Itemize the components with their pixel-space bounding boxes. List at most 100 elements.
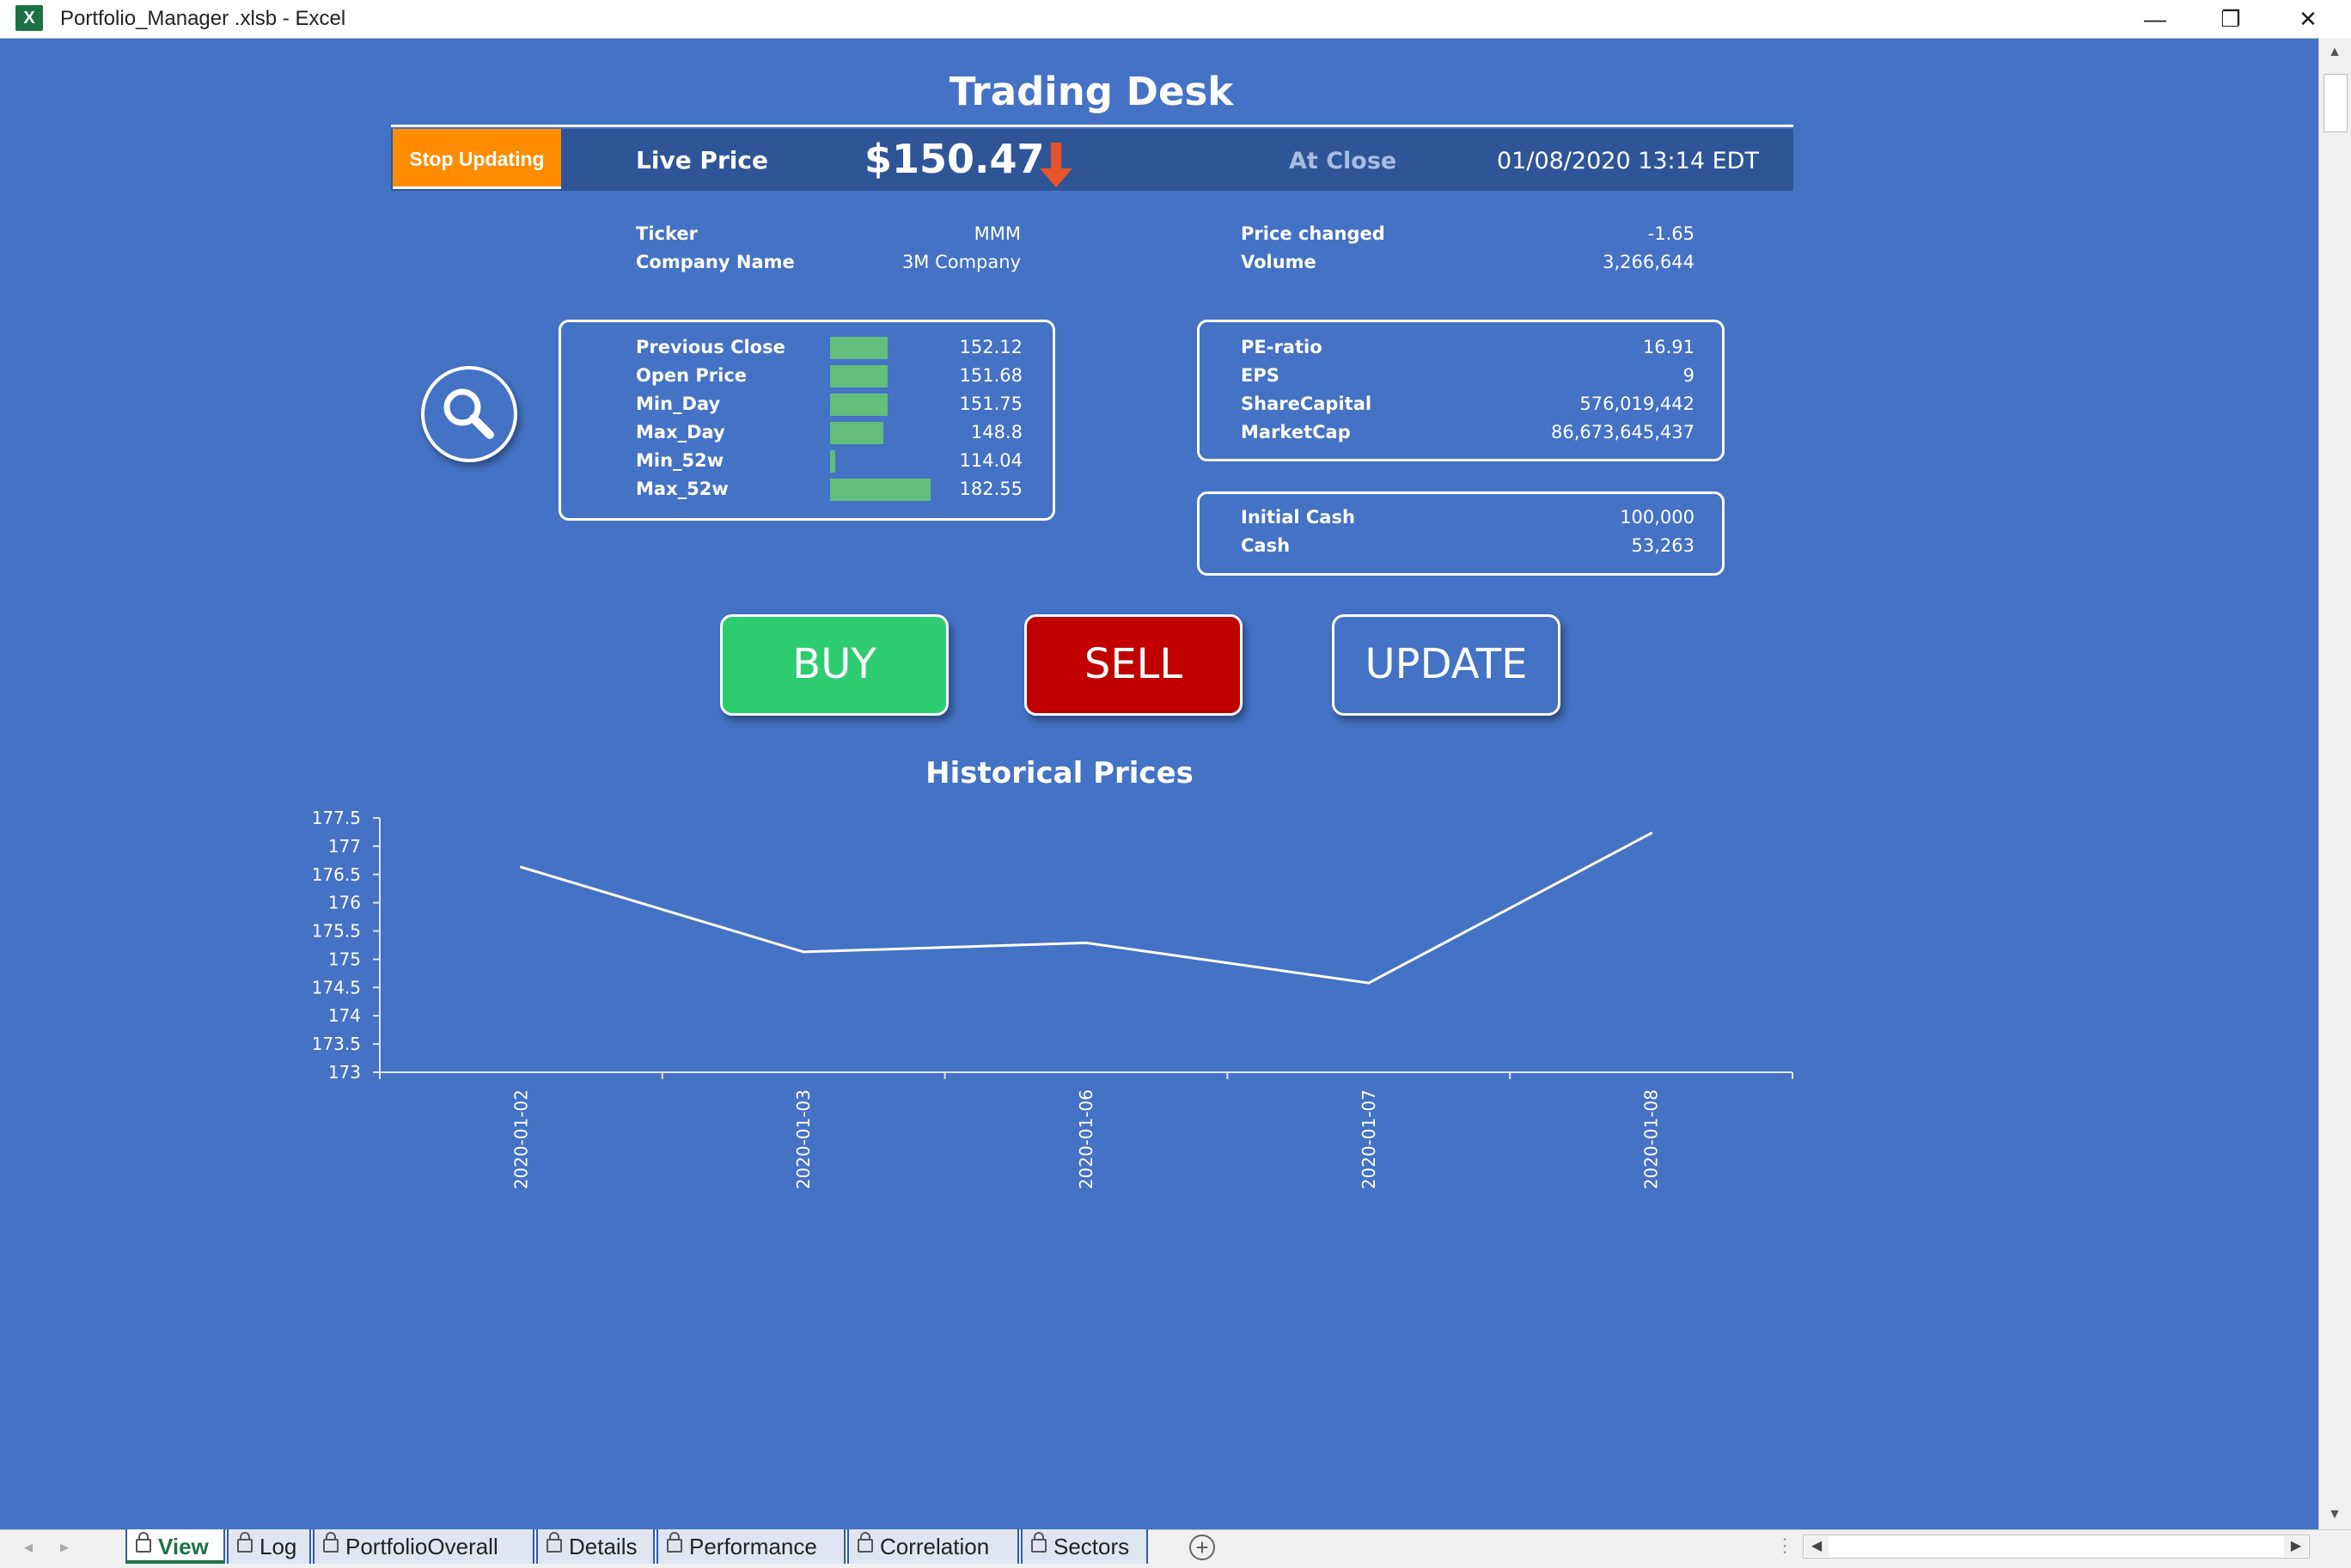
stop-updating-button[interactable]: Stop Updating — [393, 129, 561, 189]
eps-label: EPS — [1241, 365, 1279, 386]
ticker-label: Ticker — [636, 223, 698, 244]
price-row-label: Max_52w — [636, 479, 729, 499]
page-title: Trading Desk — [949, 69, 1234, 114]
lock-icon — [136, 1532, 151, 1553]
price-row-min-day: Min_Day 151.75 — [636, 394, 1023, 418]
tab-sectors[interactable]: Sectors — [1021, 1529, 1148, 1564]
excel-icon: X — [15, 5, 43, 31]
market-cap-value: 86,673,645,437 — [1551, 422, 1695, 442]
y-tick-label: 176.5 — [312, 864, 361, 885]
market-status: At Close — [1289, 148, 1397, 174]
company-name-value: 3M Company — [901, 252, 1021, 272]
update-button[interactable]: UPDATE — [1332, 614, 1560, 716]
price-timestamp: 01/08/2020 13:14 EDT — [1497, 148, 1759, 174]
chart-title: Historical Prices — [925, 756, 1194, 790]
price-row-max-52w: Max_52w 182.55 — [636, 479, 1023, 503]
price-row-label: Max_Day — [636, 422, 725, 442]
minimize-button[interactable]: — — [2121, 0, 2189, 38]
tab-correlation[interactable]: Correlation — [847, 1529, 1019, 1564]
price-point — [1650, 832, 1653, 835]
y-tick-label: 175 — [328, 949, 361, 969]
x-tick-label: 2020-01-07 — [1359, 1089, 1379, 1189]
tab-log[interactable]: Log — [227, 1529, 311, 1564]
arrow-down-icon — [1036, 141, 1076, 189]
price-row-value: 151.75 — [959, 394, 1023, 414]
tab-portfolio-overall[interactable]: PortfolioOverall — [313, 1529, 534, 1564]
x-tick-label: 2020-01-02 — [510, 1089, 531, 1189]
tab-details[interactable]: Details — [536, 1529, 655, 1564]
tab-label: Correlation — [880, 1534, 990, 1559]
initial-cash-value: 100,000 — [1620, 507, 1695, 528]
close-button[interactable]: ✕ — [2274, 0, 2342, 38]
ticker-value: MMM — [974, 223, 1021, 244]
pe-ratio-value: 16.91 — [1642, 337, 1695, 357]
price-changed-label: Price changed — [1241, 223, 1385, 244]
cash-value: 53,263 — [1631, 535, 1695, 556]
pe-ratio-label: PE-ratio — [1241, 337, 1322, 357]
price-row-open-price: Open Price 151.68 — [636, 365, 1023, 389]
y-tick-label: 176 — [328, 893, 361, 913]
x-tick-label: 2020-01-03 — [793, 1089, 814, 1189]
scroll-left-icon[interactable]: ◀ — [1804, 1536, 1829, 1557]
price-changed-value: -1.65 — [1647, 223, 1695, 244]
window-title-bar: X Portfolio_Manager .xlsb - Excel — ❐ ✕ — [0, 0, 2351, 39]
scroll-up-icon[interactable]: ▲ — [2324, 40, 2346, 65]
tab-label: Sectors — [1053, 1534, 1130, 1559]
tab-splitter-icon[interactable]: ⋮ — [1775, 1534, 1794, 1557]
share-capital-label: ShareCapital — [1241, 394, 1372, 414]
price-row-label: Min_Day — [636, 394, 721, 414]
x-tick-label: 2020-01-08 — [1641, 1089, 1662, 1189]
tab-label: View — [158, 1534, 209, 1559]
tab-view[interactable]: View — [125, 1529, 225, 1564]
price-row-value: 182.55 — [959, 479, 1023, 499]
volume-value: 3,266,644 — [1603, 252, 1695, 272]
plus-circle-icon[interactable]: + — [1189, 1534, 1215, 1560]
lock-icon — [667, 1532, 682, 1553]
y-tick-label: 177 — [328, 836, 361, 857]
live-price-label: Live Price — [636, 146, 768, 174]
y-tick-label: 173 — [328, 1062, 361, 1083]
search-button[interactable] — [421, 366, 517, 462]
lock-icon — [1031, 1532, 1047, 1553]
price-row-label: Min_52w — [636, 450, 724, 471]
magnifier-icon — [443, 388, 494, 439]
price-series-line — [520, 832, 1652, 985]
share-capital-value: 576,019,442 — [1579, 394, 1695, 414]
live-price-value: $150.47 — [864, 136, 1045, 182]
price-point — [519, 865, 522, 869]
company-name-label: Company Name — [636, 252, 795, 272]
y-tick-label: 174.5 — [312, 977, 361, 998]
price-row-max-day: Max_Day 148.8 — [636, 422, 1023, 446]
y-tick-label: 173.5 — [312, 1034, 361, 1054]
price-row-label: Previous Close — [636, 337, 785, 357]
horizontal-scrollbar[interactable] — [1803, 1534, 2310, 1559]
window-title: Portfolio_Manager .xlsb - Excel — [60, 7, 346, 30]
price-point — [1084, 941, 1088, 944]
price-row-value: 148.8 — [970, 422, 1023, 442]
cash-panel — [1197, 491, 1725, 576]
vertical-scroll-thumb[interactable] — [2324, 74, 2348, 132]
tab-performance[interactable]: Performance — [656, 1529, 846, 1564]
vertical-scrollbar[interactable] — [2318, 38, 2351, 1529]
price-point — [1367, 981, 1371, 985]
price-row-previous-close: Previous Close 152.12 — [636, 337, 1023, 361]
scroll-right-icon[interactable]: ▶ — [2284, 1536, 2308, 1557]
market-cap-label: MarketCap — [1241, 422, 1351, 442]
restore-button[interactable]: ❐ — [2196, 0, 2265, 38]
price-row-value: 152.12 — [959, 337, 1023, 357]
tab-label: Performance — [689, 1534, 817, 1559]
lock-icon — [237, 1532, 253, 1553]
y-tick-label: 175.5 — [312, 921, 361, 942]
title-underline — [391, 125, 1793, 127]
tab-scroll-left-icon[interactable]: ◂ — [24, 1536, 33, 1558]
buy-button[interactable]: BUY — [720, 614, 949, 716]
lock-icon — [323, 1532, 339, 1553]
tab-scroll-right-icon[interactable]: ▸ — [60, 1536, 69, 1558]
tab-label: Log — [260, 1534, 297, 1559]
price-row-min-52w: Min_52w 114.04 — [636, 450, 1023, 474]
initial-cash-label: Initial Cash — [1241, 507, 1355, 528]
tab-label: Details — [569, 1534, 638, 1559]
sell-button[interactable]: SELL — [1024, 614, 1243, 716]
scroll-down-icon[interactable]: ▼ — [2324, 1502, 2346, 1528]
y-tick-label: 174 — [328, 1005, 361, 1026]
